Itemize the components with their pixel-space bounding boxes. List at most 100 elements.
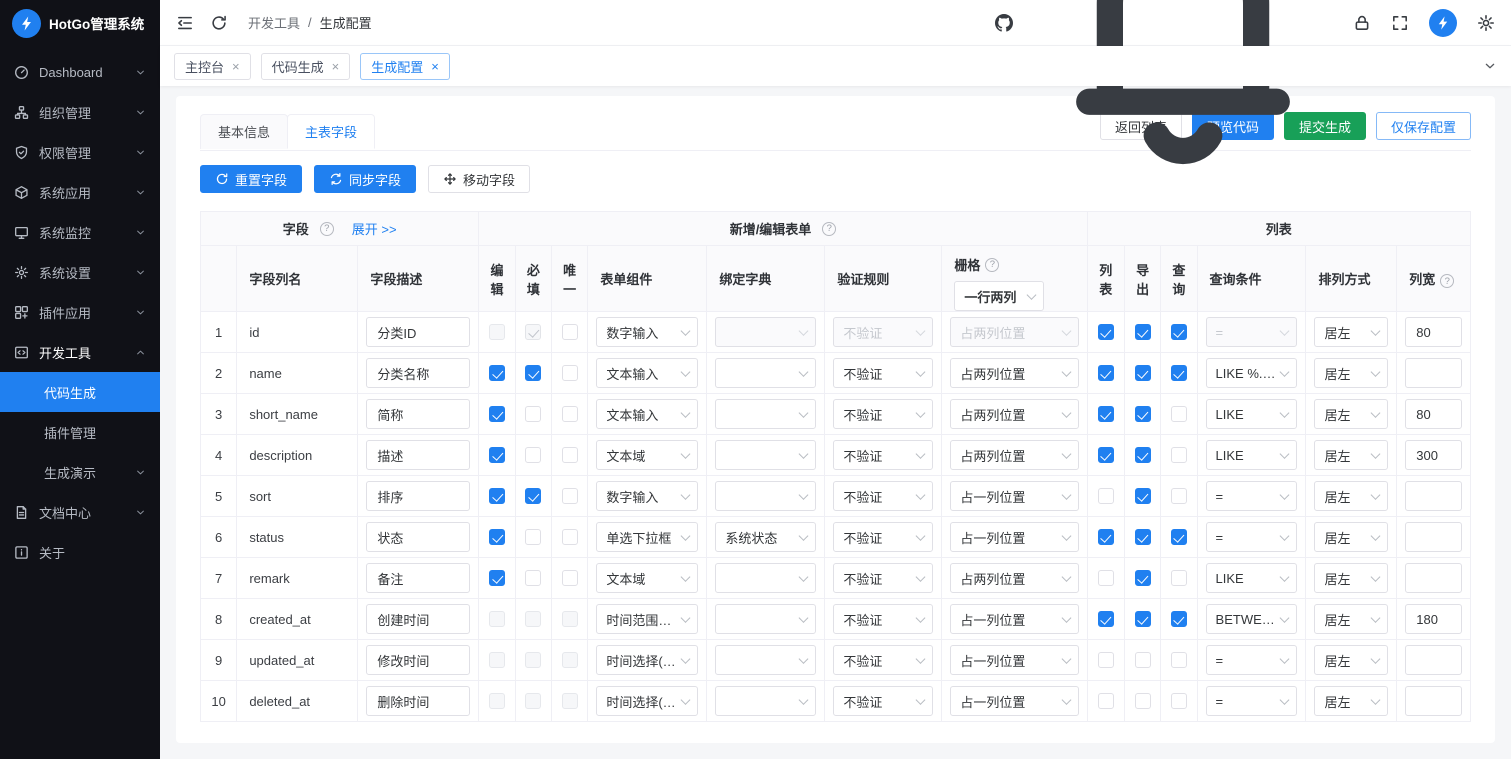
field-desc-input[interactable] — [366, 481, 471, 511]
condition-select[interactable]: LIKE — [1205, 440, 1298, 470]
rule-select[interactable]: 不验证 — [833, 604, 934, 634]
component-select[interactable]: 时间选择(Y-... — [596, 645, 699, 675]
sidebar-item-system-app[interactable]: 系统应用 — [0, 172, 160, 212]
sidebar-item-system-settings[interactable]: 系统设置 — [0, 252, 160, 292]
required-checkbox[interactable] — [525, 447, 542, 464]
field-desc-input[interactable] — [366, 399, 471, 429]
close-icon[interactable]: × — [431, 60, 439, 73]
edit-checkbox[interactable] — [489, 406, 506, 423]
field-desc-input[interactable] — [366, 440, 471, 470]
condition-select[interactable]: = — [1205, 645, 1298, 675]
sidebar-item-doc-center[interactable]: 文档中心 — [0, 492, 160, 532]
field-desc-input[interactable] — [366, 358, 471, 388]
condition-select[interactable]: LIKE — [1205, 563, 1298, 593]
width-input[interactable] — [1405, 440, 1462, 470]
export-checkbox[interactable] — [1134, 447, 1151, 464]
tab-basic-info[interactable]: 基本信息 — [200, 114, 289, 149]
component-select[interactable]: 文本域 — [596, 563, 699, 593]
help-icon[interactable]: ? — [1440, 274, 1455, 289]
query-checkbox[interactable] — [1170, 570, 1187, 587]
sidebar-item-plugin-app[interactable]: 插件应用 — [0, 292, 160, 332]
edit-checkbox[interactable] — [489, 488, 506, 505]
app-logo[interactable]: HotGo管理系统 — [0, 0, 160, 46]
align-select[interactable]: 居左 — [1314, 563, 1389, 593]
dict-select[interactable] — [715, 686, 817, 716]
align-select[interactable]: 居左 — [1314, 440, 1389, 470]
condition-select[interactable]: LIKE — [1205, 399, 1298, 429]
dict-select[interactable] — [715, 563, 817, 593]
sidebar-item-dashboard[interactable]: Dashboard — [0, 52, 160, 92]
sidebar-item-permission[interactable]: 权限管理 — [0, 132, 160, 172]
grid-select[interactable]: 占一列位置 — [950, 645, 1079, 675]
component-select[interactable]: 单选下拉框 — [596, 522, 699, 552]
list-checkbox[interactable] — [1097, 611, 1114, 628]
dict-select[interactable] — [715, 604, 817, 634]
help-icon[interactable]: ? — [319, 221, 334, 236]
list-checkbox[interactable] — [1097, 324, 1114, 341]
rule-select[interactable]: 不验证 — [833, 440, 934, 470]
list-checkbox[interactable] — [1097, 406, 1114, 423]
field-desc-input[interactable] — [366, 604, 471, 634]
github-icon[interactable] — [995, 13, 1013, 32]
component-select[interactable]: 时间选择(Y-... — [596, 686, 699, 716]
dict-select[interactable] — [715, 399, 817, 429]
export-checkbox[interactable] — [1134, 611, 1151, 628]
lock-screen-icon[interactable] — [1353, 14, 1371, 32]
rule-select[interactable]: 不验证 — [833, 399, 934, 429]
sidebar-item-organization[interactable]: 组织管理 — [0, 92, 160, 132]
grid-select[interactable]: 占一列位置 — [950, 686, 1079, 716]
rule-select[interactable]: 不验证 — [833, 645, 934, 675]
tab-main-table-fields[interactable]: 主表字段 — [287, 114, 376, 149]
list-checkbox[interactable] — [1097, 693, 1114, 710]
move-fields-button[interactable]: 移动字段 — [428, 165, 531, 193]
unique-checkbox[interactable] — [561, 324, 578, 341]
field-desc-input[interactable] — [366, 645, 471, 675]
close-icon[interactable]: × — [232, 60, 240, 73]
dict-select[interactable] — [715, 440, 817, 470]
width-input[interactable] — [1405, 563, 1462, 593]
align-select[interactable]: 居左 — [1314, 645, 1389, 675]
grid-select[interactable]: 占两列位置 — [950, 440, 1079, 470]
condition-select[interactable]: BETWEEN — [1205, 604, 1298, 634]
breadcrumb-section[interactable]: 开发工具 — [248, 13, 300, 32]
required-checkbox[interactable] — [525, 365, 542, 382]
tab-list-chevron-icon[interactable] — [1483, 59, 1497, 73]
list-checkbox[interactable] — [1097, 529, 1114, 546]
required-checkbox[interactable] — [525, 570, 542, 587]
query-checkbox[interactable] — [1170, 652, 1187, 669]
sidebar-item-dev-tools[interactable]: 开发工具 — [0, 332, 160, 372]
list-checkbox[interactable] — [1097, 365, 1114, 382]
export-checkbox[interactable] — [1134, 488, 1151, 505]
required-checkbox[interactable] — [525, 488, 542, 505]
grid-layout-select[interactable]: 一行两列 — [954, 281, 1045, 311]
export-checkbox[interactable] — [1134, 406, 1151, 423]
export-checkbox[interactable] — [1134, 570, 1151, 587]
edit-checkbox[interactable] — [489, 570, 506, 587]
component-select[interactable]: 时间范围选择 — [596, 604, 699, 634]
align-select[interactable]: 居左 — [1314, 399, 1389, 429]
dict-select[interactable]: 系统状态 — [715, 522, 817, 552]
width-input[interactable] — [1405, 686, 1462, 716]
export-checkbox[interactable] — [1134, 324, 1151, 341]
help-icon[interactable]: ? — [985, 257, 1000, 272]
edit-checkbox[interactable] — [489, 447, 506, 464]
dict-select[interactable] — [715, 645, 817, 675]
settings-gear-icon[interactable] — [1477, 14, 1495, 32]
export-checkbox[interactable] — [1134, 529, 1151, 546]
collapse-sidebar-icon[interactable] — [176, 14, 194, 32]
rule-select[interactable]: 不验证 — [833, 686, 934, 716]
field-desc-input[interactable] — [366, 522, 471, 552]
query-checkbox[interactable] — [1170, 611, 1187, 628]
sidebar-item-about[interactable]: 关于 — [0, 532, 160, 572]
rule-select[interactable]: 不验证 — [833, 522, 934, 552]
field-desc-input[interactable] — [366, 563, 471, 593]
unique-checkbox[interactable] — [561, 406, 578, 423]
query-checkbox[interactable] — [1170, 406, 1187, 423]
close-icon[interactable]: × — [332, 60, 340, 73]
fullscreen-icon[interactable] — [1391, 14, 1409, 32]
align-select[interactable]: 居左 — [1314, 604, 1389, 634]
width-input[interactable] — [1405, 399, 1462, 429]
unique-checkbox[interactable] — [561, 365, 578, 382]
grid-select[interactable]: 占两列位置 — [950, 358, 1079, 388]
rule-select[interactable]: 不验证 — [833, 563, 934, 593]
